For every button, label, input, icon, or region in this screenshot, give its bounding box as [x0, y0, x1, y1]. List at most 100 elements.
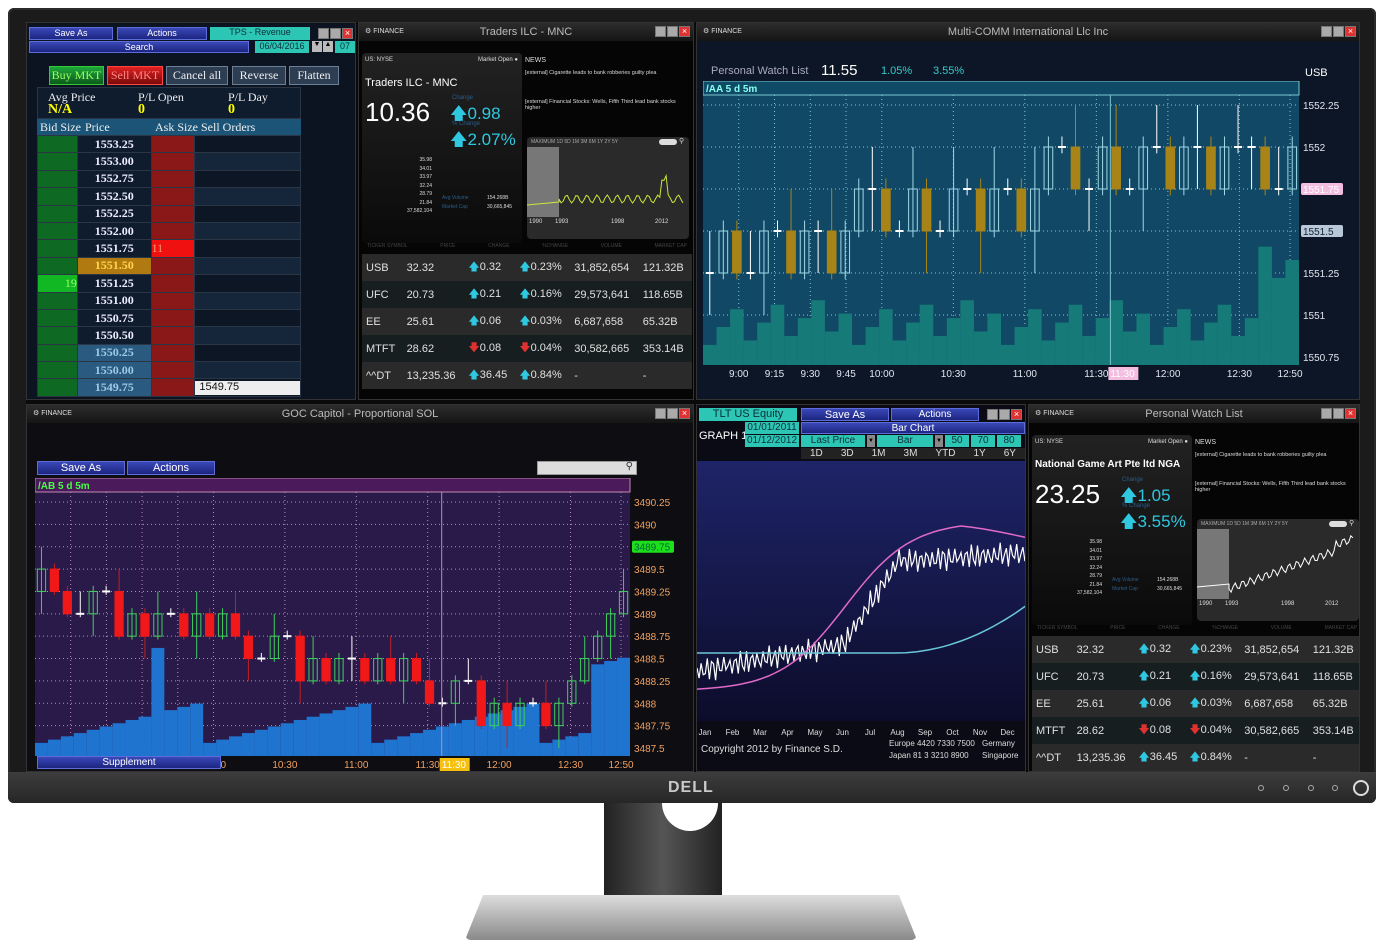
column-header[interactable]: MARKET CAP: [1325, 625, 1357, 631]
price-cell[interactable]: 1549.75: [76, 378, 152, 397]
column-header[interactable]: TICKER SYMBOL: [367, 243, 408, 249]
style-select[interactable]: Bar: [877, 435, 933, 447]
save-as-button[interactable]: Save As: [37, 461, 125, 475]
dom-row[interactable]: 1552.00: [37, 221, 301, 241]
maximize-icon[interactable]: [1333, 26, 1344, 37]
news-item[interactable]: [external] Cigarette leads to bank robbe…: [1195, 452, 1359, 458]
ask-size-cell[interactable]: [150, 291, 196, 310]
minimize-icon[interactable]: [987, 409, 998, 420]
dropdown-arrow-icon[interactable]: ▼: [867, 435, 875, 447]
save-as-button[interactable]: Save As: [801, 408, 889, 421]
range-options[interactable]: MAXIMUM 1D 5D 1M 3M 6M 1Y 2Y 5Y: [1201, 521, 1288, 527]
sell-orders-cell[interactable]: [194, 343, 301, 363]
sell-orders-cell[interactable]: [194, 204, 301, 223]
sell-orders-cell[interactable]: [194, 326, 301, 345]
flatten-button[interactable]: Flatten: [289, 66, 339, 85]
bid-size-cell[interactable]: [37, 291, 78, 310]
column-header[interactable]: %CHANGE: [542, 243, 568, 249]
column-header[interactable]: VOLUME: [601, 243, 622, 249]
ticker-row[interactable]: MTFT 28.62 🡇0.08 🡇0.04% 30,582,665 353.1…: [1032, 717, 1359, 744]
close-icon[interactable]: ×: [342, 28, 353, 39]
bid-size-cell[interactable]: [37, 187, 78, 206]
ask-size-cell[interactable]: [150, 274, 196, 293]
bid-size-cell[interactable]: [37, 308, 78, 328]
dom-row[interactable]: 1550.00: [37, 361, 301, 380]
ticker-row[interactable]: UFC 20.73 🡅0.21 🡅0.16% 29,573,641 118.65…: [362, 281, 692, 308]
bid-size-cell[interactable]: [37, 378, 78, 397]
ask-size-cell[interactable]: [150, 308, 196, 328]
minimize-icon[interactable]: [1321, 408, 1332, 419]
bid-size-cell[interactable]: [37, 361, 78, 380]
minimize-icon[interactable]: [655, 408, 666, 419]
minimize-icon[interactable]: [318, 28, 329, 39]
period-field[interactable]: 70: [971, 435, 995, 447]
dom-row[interactable]: 1552.75: [37, 169, 301, 189]
sell-orders-cell[interactable]: 1549.75: [194, 378, 301, 397]
chart-type-button[interactable]: Bar Chart: [801, 422, 1025, 434]
multicomm-candlestick-chart[interactable]: /AA 5 d 5m 1552.25 1552 1551.75 1551.5 1551.2…: [703, 81, 1359, 399]
maximize-icon[interactable]: [330, 28, 341, 39]
bid-size-cell[interactable]: [37, 326, 78, 345]
range-button[interactable]: 1D: [810, 448, 823, 459]
dom-row[interactable]: 1552.50: [37, 187, 301, 206]
column-header[interactable]: %CHANGE: [1212, 625, 1238, 631]
power-button-icon[interactable]: [1353, 780, 1369, 796]
sell-orders-cell[interactable]: [194, 152, 301, 171]
reverse-button[interactable]: Reverse: [232, 66, 286, 85]
tlt-line-chart[interactable]: Jan Feb Mar Apr May Jun Jul Aug Sep Oct Nov Dec Copy…: [697, 461, 1026, 771]
actions-button[interactable]: Actions: [127, 461, 215, 475]
goc-candlestick-chart[interactable]: /AB 5 d 5m 3490.25 3490 3489.75 3489.5 3489.2…: [35, 478, 694, 772]
dom-row[interactable]: 1551.75 11: [37, 239, 301, 258]
supplement-button[interactable]: Supplement: [37, 756, 221, 769]
sell-orders-cell[interactable]: [194, 169, 301, 189]
ticker-row[interactable]: ^^DT 13,235.36 🡅36.45 🡅0.84% - -: [1032, 744, 1359, 771]
price-cell[interactable]: 1553.25: [76, 134, 152, 154]
magnifier-icon[interactable]: ⚲: [679, 137, 684, 145]
date-from-field[interactable]: 01/01/2011: [745, 422, 799, 434]
close-icon[interactable]: ×: [679, 26, 690, 37]
dom-row[interactable]: 1550.75: [37, 308, 301, 328]
column-header[interactable]: TICKER SYMBOL: [1037, 625, 1078, 631]
ask-size-cell[interactable]: 11: [150, 239, 196, 258]
column-header[interactable]: CHANGE: [488, 243, 509, 249]
bid-size-cell[interactable]: [37, 221, 78, 241]
search-button[interactable]: Search: [29, 41, 249, 53]
ask-size-cell[interactable]: [150, 187, 196, 206]
date-to-field[interactable]: 01/12/2012: [745, 435, 799, 447]
bid-size-cell[interactable]: [37, 256, 78, 276]
history-chart[interactable]: MAXIMUM 1D 5D 1M 3M 6M 1Y 2Y 5Y ⚲ 1990 19…: [1197, 519, 1359, 621]
order-price-input[interactable]: 1549.75: [195, 380, 300, 395]
date-field[interactable]: 06/04/2016: [255, 41, 309, 53]
bid-size-cell[interactable]: [37, 343, 78, 363]
minimize-icon[interactable]: [655, 26, 666, 37]
news-item[interactable]: [external] Financial Stocks: Wells, Fift…: [1195, 481, 1359, 493]
sell-orders-cell[interactable]: [194, 256, 301, 276]
sell-orders-cell[interactable]: [194, 291, 301, 310]
range-options[interactable]: MAXIMUM 1D 5D 1M 3M 6M 1Y 2Y 5Y: [531, 139, 618, 145]
column-header[interactable]: VOLUME: [1271, 625, 1292, 631]
price-cell[interactable]: 1551.50: [76, 256, 152, 276]
up-arrow-icon[interactable]: ▲: [323, 41, 333, 52]
ticker-row[interactable]: EE 25.61 🡅0.06 🡅0.03% 6,687,658 65.32B: [362, 308, 692, 335]
dropdown-arrow-icon[interactable]: ▼: [935, 435, 943, 447]
zoom-toggle[interactable]: [659, 139, 677, 145]
ticker-row[interactable]: UFC 20.73 🡅0.21 🡅0.16% 29,573,641 118.65…: [1032, 663, 1359, 690]
range-button[interactable]: 1M: [872, 448, 886, 459]
bid-size-cell[interactable]: 19: [37, 274, 78, 293]
ask-size-cell[interactable]: [150, 361, 196, 380]
ask-size-cell[interactable]: [150, 221, 196, 241]
close-icon[interactable]: ×: [679, 408, 690, 419]
ask-size-cell[interactable]: [150, 134, 196, 154]
sell-orders-cell[interactable]: [194, 274, 301, 293]
column-header[interactable]: PRICE: [1110, 625, 1125, 631]
sell-orders-cell[interactable]: [194, 187, 301, 206]
zoom-toggle[interactable]: [1329, 521, 1347, 527]
column-header[interactable]: PRICE: [440, 243, 455, 249]
price-cell[interactable]: 1550.75: [76, 308, 152, 328]
close-icon[interactable]: ×: [1011, 409, 1022, 420]
bid-size-cell[interactable]: [37, 134, 78, 154]
field-select[interactable]: Last Price: [801, 435, 865, 447]
price-cell[interactable]: 1553.00: [76, 152, 152, 171]
bid-size-cell[interactable]: [37, 152, 78, 171]
dom-row[interactable]: 1549.75 1549.75: [37, 378, 301, 397]
